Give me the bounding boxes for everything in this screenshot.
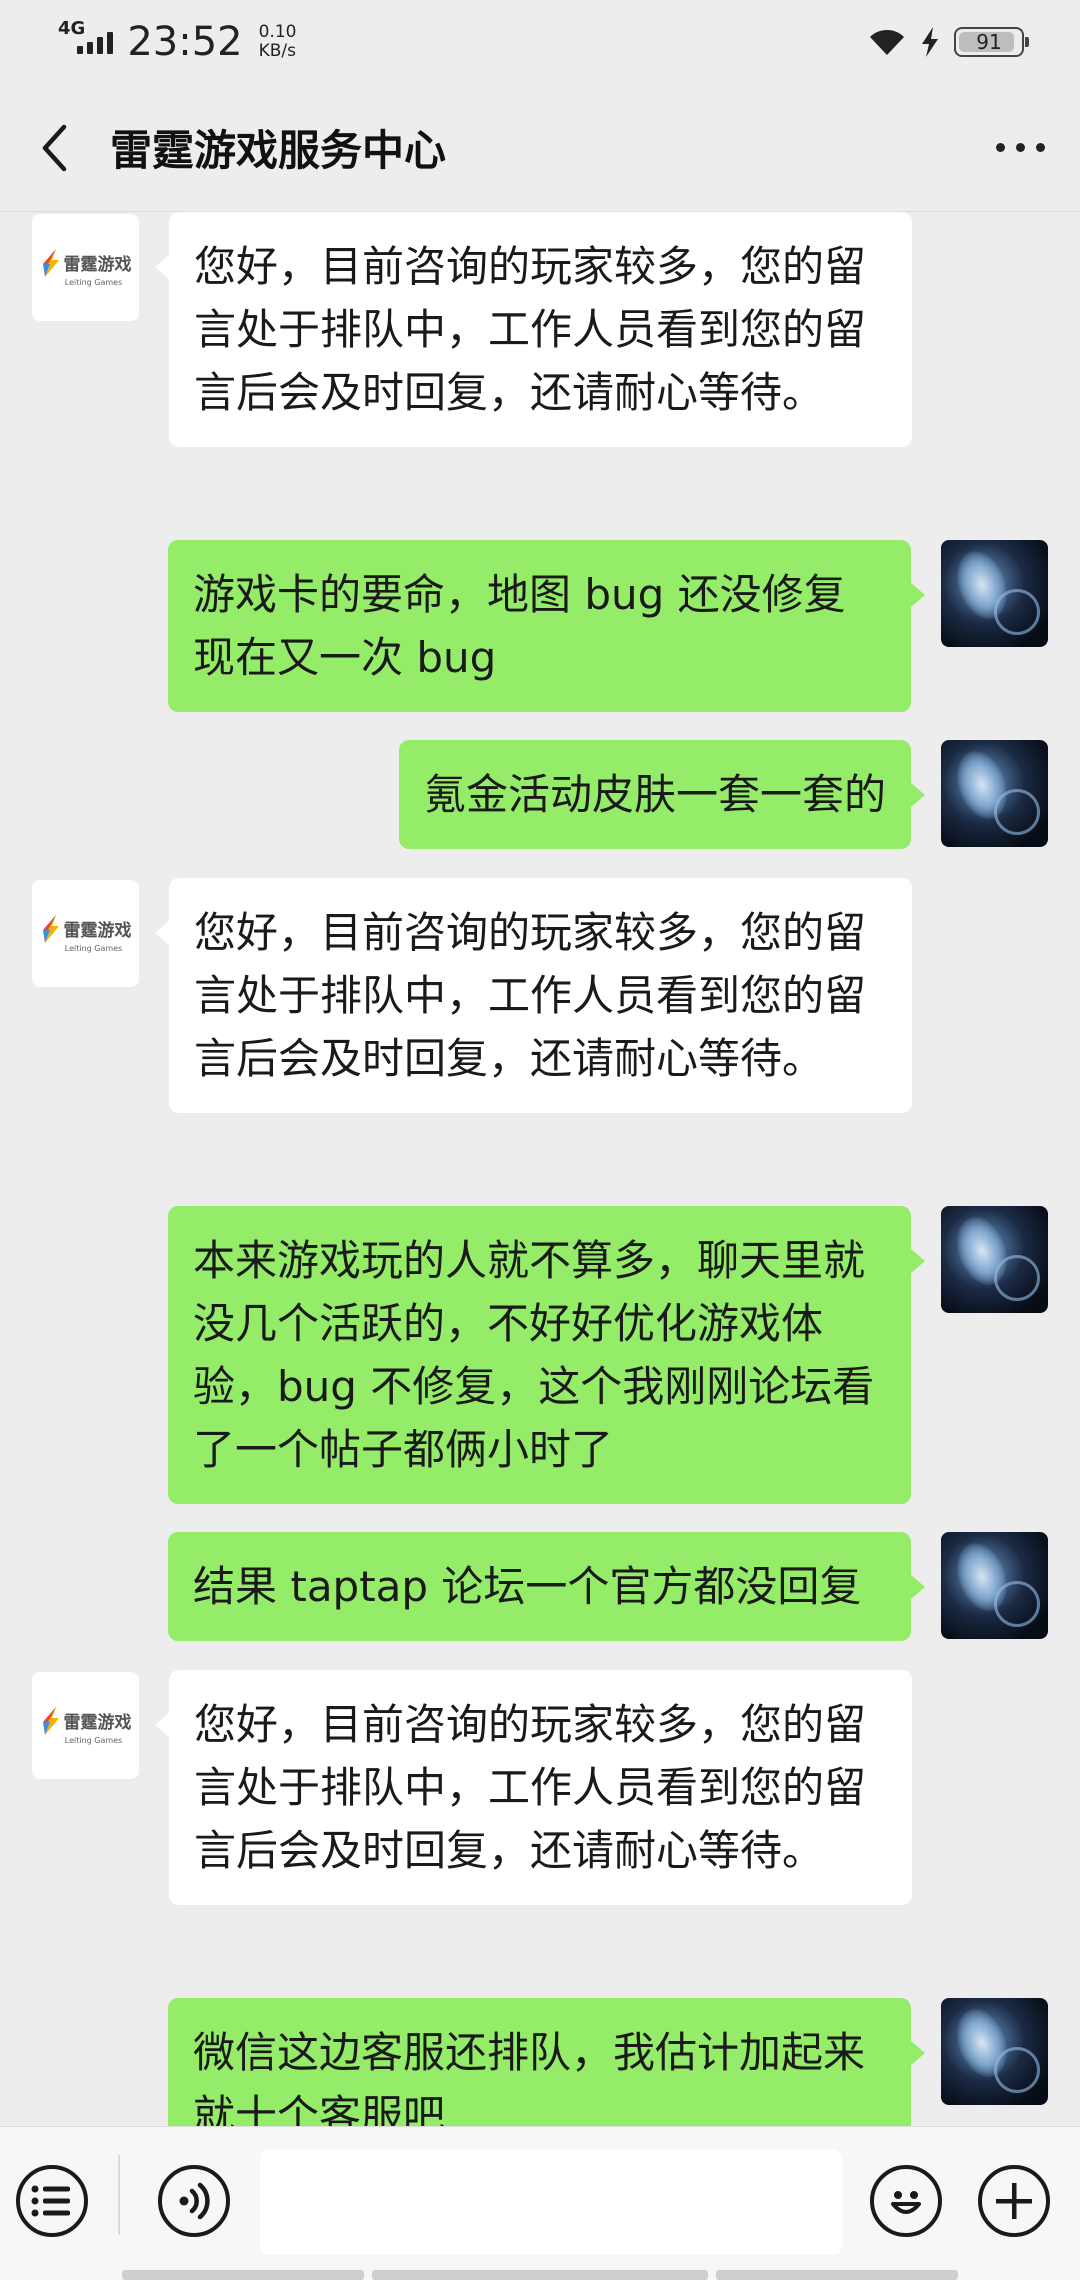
battery-icon: 91 xyxy=(954,27,1029,57)
message-bubble-me[interactable]: 本来游戏玩的人就不算多，聊天里就没几个活跃的，不好好优化游戏体验，bug 不修复… xyxy=(168,1206,925,1504)
menu-button[interactable] xyxy=(16,2165,88,2237)
menu-list-icon xyxy=(31,2185,70,2217)
network-speed-unit: KB/s xyxy=(258,41,296,61)
more-button[interactable] xyxy=(960,84,1080,212)
network-speed-value: 0.10 xyxy=(258,22,297,42)
status-time: 23:52 xyxy=(127,19,243,65)
my-avatar[interactable] xyxy=(941,540,1048,647)
plus-icon xyxy=(996,2183,1032,2219)
message-bubble-me[interactable]: 游戏卡的要命，地图 bug 还没修复现在又一次 bug xyxy=(168,540,925,712)
voice-button[interactable] xyxy=(158,2165,230,2237)
chevron-left-icon xyxy=(42,124,67,171)
my-avatar[interactable] xyxy=(941,1206,1048,1313)
official-avatar[interactable]: 雷霆游戏 Leiting Games xyxy=(32,1672,139,1779)
lightning-logo-icon xyxy=(42,248,59,277)
divider xyxy=(118,2155,120,2235)
emoji-icon xyxy=(891,2191,921,2214)
input-bar xyxy=(0,2126,1080,2280)
more-functions-button[interactable] xyxy=(978,2165,1050,2237)
my-avatar[interactable] xyxy=(941,740,1048,847)
battery-level: 91 xyxy=(976,30,1002,54)
network-speed: 0.10 KB/s xyxy=(259,23,297,61)
lightning-logo-icon xyxy=(42,1706,59,1735)
emoji-button[interactable] xyxy=(870,2165,942,2237)
keyboard-bar-segment xyxy=(122,2270,364,2280)
message-input[interactable] xyxy=(260,2149,842,2255)
logo-subtext: Leiting Games xyxy=(64,943,123,953)
official-avatar[interactable]: 雷霆游戏 Leiting Games xyxy=(32,880,139,987)
message-bubble-me[interactable]: 氪金活动皮肤一套一套的 xyxy=(398,740,926,849)
message-bubble-me[interactable]: 结果 taptap 论坛一个官方都没回复 xyxy=(168,1532,925,1641)
logo-subtext: Leiting Games xyxy=(64,1735,123,1745)
more-icon xyxy=(995,143,1005,152)
page-title: 雷霆游戏服务中心 xyxy=(110,126,447,175)
my-avatar[interactable] xyxy=(941,1998,1048,2105)
keyboard-bar-segment xyxy=(716,2270,958,2280)
back-button[interactable] xyxy=(0,84,110,212)
official-avatar[interactable]: 雷霆游戏 Leiting Games xyxy=(32,214,139,321)
logo-text: 雷霆游戏 xyxy=(63,255,132,275)
chat-header: 雷霆游戏服务中心 xyxy=(0,84,1080,212)
logo-text: 雷霆游戏 xyxy=(63,921,132,941)
voice-icon xyxy=(179,2182,210,2220)
charging-icon xyxy=(922,27,938,57)
message-bubble-official[interactable]: 您好，目前咨询的玩家较多，您的留言处于排队中，工作人员看到您的留言后会及时回复，… xyxy=(155,212,912,447)
keyboard-bar-segment xyxy=(372,2270,708,2280)
wifi-icon xyxy=(870,29,904,55)
network-type: 4G xyxy=(58,17,86,39)
logo-subtext: Leiting Games xyxy=(64,277,123,287)
message-bubble-me[interactable]: 微信这边客服还排队，我估计加起来就十个客服吧 xyxy=(168,1998,925,2126)
lightning-logo-icon xyxy=(42,914,59,943)
logo-text: 雷霆游戏 xyxy=(63,1713,132,1733)
message-bubble-official[interactable]: 您好，目前咨询的玩家较多，您的留言处于排队中，工作人员看到您的留言后会及时回复，… xyxy=(155,1670,912,1905)
status-bar: 4G 23:52 0.10 KB/s 91 xyxy=(0,0,1080,84)
message-bubble-official[interactable]: 您好，目前咨询的玩家较多，您的留言处于排队中，工作人员看到您的留言后会及时回复，… xyxy=(155,878,912,1113)
message-list[interactable]: 雷霆游戏 Leiting Games 您好，目前咨询的玩家较多，您的留言处于排队… xyxy=(0,212,1080,2126)
my-avatar[interactable] xyxy=(941,1532,1048,1639)
